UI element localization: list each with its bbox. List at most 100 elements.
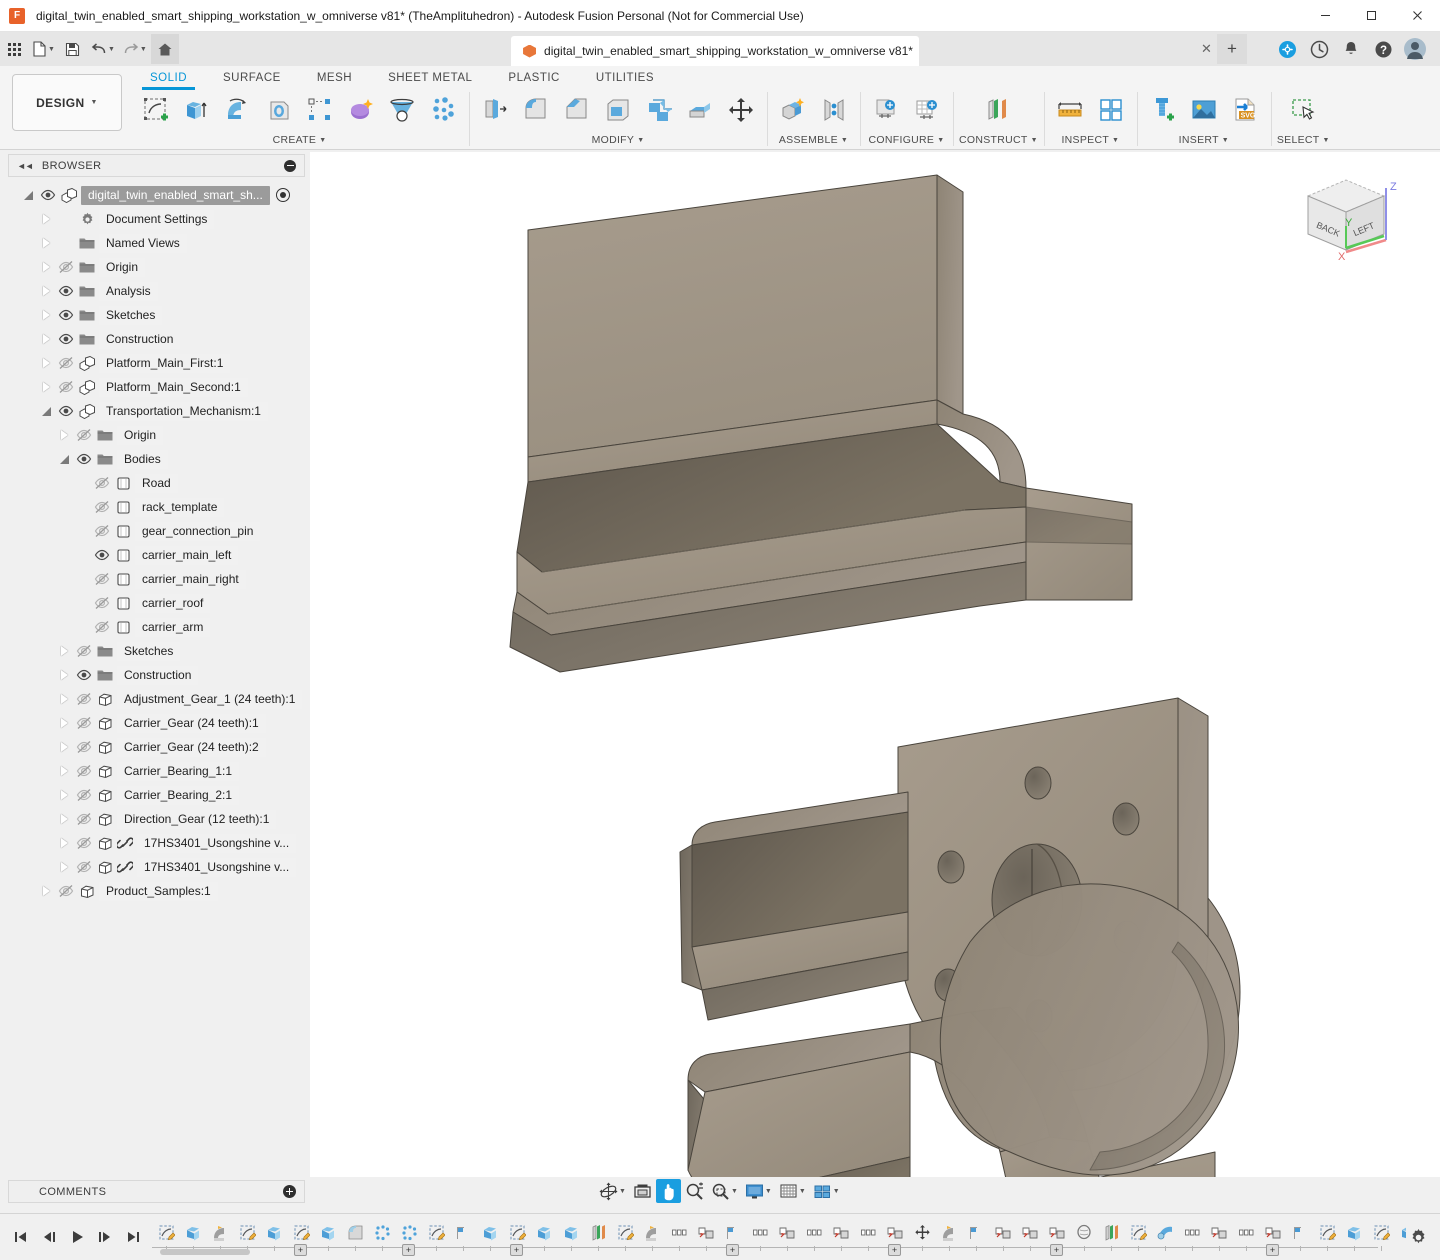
go-to-beginning-button[interactable] xyxy=(8,1224,34,1250)
fillet-icon[interactable] xyxy=(516,90,556,130)
timeline-feature-sketch-icon[interactable] xyxy=(1124,1218,1151,1245)
timeline-feature-sketch-icon[interactable] xyxy=(287,1218,314,1245)
visibility-toggle-icon[interactable] xyxy=(55,283,77,299)
section-analysis-icon[interactable] xyxy=(1091,90,1131,130)
timeline-feature-mirror-icon[interactable] xyxy=(1259,1218,1286,1245)
timeline-feature-sketch-icon[interactable] xyxy=(503,1218,530,1245)
notifications-icon[interactable] xyxy=(1336,34,1366,64)
timeline-group-marker[interactable]: + xyxy=(1266,1244,1279,1256)
undo-button[interactable]: ▼ xyxy=(87,34,119,64)
timeline-feature-mirror-icon[interactable] xyxy=(1205,1218,1232,1245)
expand-arrow-icon[interactable] xyxy=(56,646,73,656)
tree-item[interactable]: carrier_arm xyxy=(8,615,305,639)
expand-arrow-icon[interactable] xyxy=(38,382,55,392)
timeline-feature-revolve-icon[interactable] xyxy=(638,1218,665,1245)
expand-arrow-icon[interactable] xyxy=(56,670,73,680)
tree-item[interactable]: Construction xyxy=(8,327,305,351)
insert-mcmaster-icon[interactable] xyxy=(1143,90,1183,130)
timeline-feature-extrude-icon[interactable] xyxy=(314,1218,341,1245)
extrude-icon[interactable] xyxy=(177,90,217,130)
visibility-toggle-icon[interactable] xyxy=(55,403,77,419)
visibility-toggle-icon[interactable] xyxy=(91,499,113,515)
visibility-toggle-icon[interactable] xyxy=(91,547,113,563)
go-to-end-button[interactable] xyxy=(120,1224,146,1250)
save-button[interactable] xyxy=(59,34,87,64)
activate-component-icon[interactable] xyxy=(276,188,290,202)
timeline-feature-mirror-icon[interactable] xyxy=(827,1218,854,1245)
orbit-icon[interactable]: ▼ xyxy=(596,1179,629,1203)
hole-icon[interactable] xyxy=(423,90,463,130)
visibility-toggle-icon[interactable] xyxy=(73,667,95,683)
timeline-feature-move-icon[interactable] xyxy=(908,1218,935,1245)
tree-item[interactable]: Construction xyxy=(8,663,305,687)
panel-modify-label[interactable]: MODIFY ▼ xyxy=(592,134,645,146)
tree-item[interactable]: 17HS3401_Usongshine v... xyxy=(8,855,305,879)
collapse-panel-icon[interactable]: ◄◄ xyxy=(17,161,33,171)
tree-item[interactable]: carrier_roof xyxy=(8,591,305,615)
timeline-feature-mirror-icon[interactable] xyxy=(692,1218,719,1245)
new-document-button[interactable]: ▼ xyxy=(28,34,59,64)
timeline-feature-construct-plane-icon[interactable] xyxy=(584,1218,611,1245)
timeline-group-marker[interactable]: + xyxy=(402,1244,415,1256)
expand-arrow-icon[interactable] xyxy=(38,286,55,296)
tree-item[interactable]: digital_twin_enabled_smart_sh... xyxy=(8,183,305,207)
timeline-feature-sketch-icon[interactable] xyxy=(1367,1218,1394,1245)
timeline-feature-revolve-icon[interactable] xyxy=(206,1218,233,1245)
tree-item[interactable]: Sketches xyxy=(8,303,305,327)
panel-configure-label[interactable]: CONFIGURE ▼ xyxy=(869,134,945,146)
timeline-feature-extrude-icon[interactable] xyxy=(1340,1218,1367,1245)
app-grid-button[interactable] xyxy=(0,34,28,64)
visibility-toggle-icon[interactable] xyxy=(73,811,95,827)
visibility-toggle-icon[interactable] xyxy=(55,883,77,899)
panel-assemble-label[interactable]: ASSEMBLE ▼ xyxy=(779,134,848,146)
new-tab-button[interactable]: + xyxy=(1217,34,1247,64)
visibility-toggle-icon[interactable] xyxy=(55,379,77,395)
timeline-feature-extrude-icon[interactable] xyxy=(530,1218,557,1245)
timeline-feature-plane-icon[interactable] xyxy=(1286,1218,1313,1245)
timeline-feature-extrude-icon[interactable] xyxy=(260,1218,287,1245)
timeline-feature-mirror-icon[interactable] xyxy=(881,1218,908,1245)
timeline-scrollbar[interactable] xyxy=(160,1249,250,1255)
panel-create-label[interactable]: CREATE ▼ xyxy=(273,134,327,146)
timeline-feature-mirror-icon[interactable] xyxy=(1043,1218,1070,1245)
timeline-feature-extrude-icon[interactable] xyxy=(557,1218,584,1245)
joint-icon[interactable] xyxy=(814,90,854,130)
collapse-arrow-icon[interactable] xyxy=(56,455,73,464)
insert-decal-icon[interactable] xyxy=(1184,90,1224,130)
configuration-table-icon[interactable] xyxy=(907,90,947,130)
tree-item[interactable]: Transportation_Mechanism:1 xyxy=(8,399,305,423)
timeline-feature-plane-icon[interactable] xyxy=(449,1218,476,1245)
tree-item[interactable]: carrier_main_left xyxy=(8,543,305,567)
timeline-settings-icon[interactable] xyxy=(1406,1228,1440,1247)
minimize-panel-icon[interactable] xyxy=(284,160,296,172)
timeline-feature-sketch-icon[interactable] xyxy=(1313,1218,1340,1245)
zoom-window-icon[interactable]: ▼ xyxy=(708,1179,741,1203)
tree-item[interactable]: Road xyxy=(8,471,305,495)
timeline-feature-extrude-icon[interactable] xyxy=(179,1218,206,1245)
view-cube[interactable]: BACK LEFT Z Y X xyxy=(1294,170,1398,264)
visibility-toggle-icon[interactable] xyxy=(73,427,95,443)
visibility-toggle-icon[interactable] xyxy=(73,763,95,779)
timeline-feature-construct-plane-icon[interactable] xyxy=(1097,1218,1124,1245)
collapse-arrow-icon[interactable] xyxy=(20,191,37,200)
expand-arrow-icon[interactable] xyxy=(56,718,73,728)
extension-manager-icon[interactable] xyxy=(1272,34,1302,64)
tree-item[interactable]: Direction_Gear (12 teeth):1 xyxy=(8,807,305,831)
configuration-icon[interactable] xyxy=(866,90,906,130)
visibility-toggle-icon[interactable] xyxy=(73,643,95,659)
timeline-feature-sketch-icon[interactable] xyxy=(152,1218,179,1245)
expand-arrow-icon[interactable] xyxy=(56,742,73,752)
tab-utilities[interactable]: UTILITIES xyxy=(578,68,672,89)
revolve-icon[interactable] xyxy=(218,90,258,130)
move-copy-icon[interactable] xyxy=(721,90,761,130)
panel-insert-label[interactable]: INSERT ▼ xyxy=(1179,134,1229,146)
expand-arrow-icon[interactable] xyxy=(38,334,55,344)
visibility-toggle-icon[interactable] xyxy=(55,355,77,371)
loft-icon[interactable] xyxy=(382,90,422,130)
timeline-group-marker[interactable]: + xyxy=(726,1244,739,1256)
timeline-track[interactable]: +++++++ xyxy=(152,1215,1406,1259)
pattern-icon[interactable] xyxy=(300,90,340,130)
expand-arrow-icon[interactable] xyxy=(38,358,55,368)
timeline-feature-group-icon[interactable] xyxy=(1178,1218,1205,1245)
grid-snaps-icon[interactable]: ▼ xyxy=(776,1179,809,1203)
